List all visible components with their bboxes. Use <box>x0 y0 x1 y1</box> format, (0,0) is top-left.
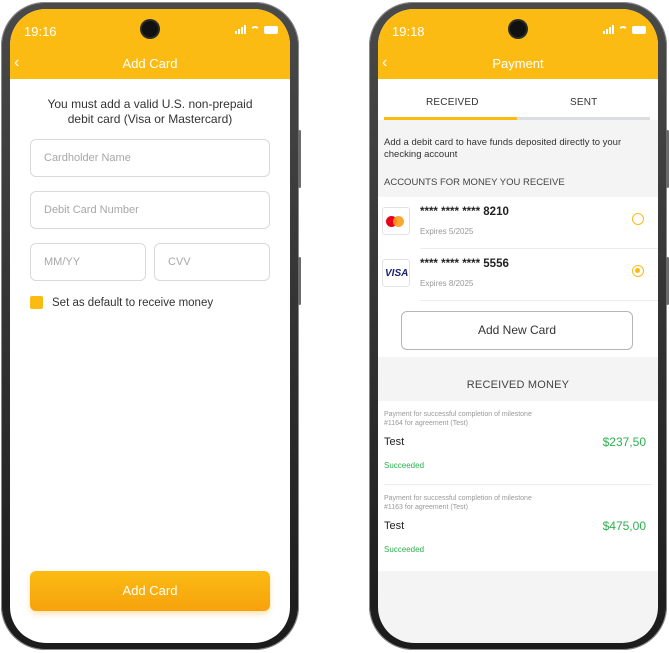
battery-icon <box>632 26 646 34</box>
card-masked-number: **** **** **** 8210 <box>420 206 509 218</box>
add-card-button[interactable]: Add Card <box>30 571 270 611</box>
phone-add-card: 19:16 ‹ Add Card You must add a valid U.… <box>1 2 301 650</box>
add-card-screen: 19:16 ‹ Add Card You must add a valid U.… <box>10 9 290 643</box>
card-select-radio[interactable] <box>632 265 644 277</box>
signal-icon <box>235 25 246 34</box>
phone-payment: 19:18 ‹ Payment RECEIVED SENT Add a debi… <box>369 2 669 650</box>
default-checkbox[interactable] <box>30 296 43 309</box>
transaction-status: Succeeded <box>384 461 425 470</box>
cardholder-name-input[interactable]: Cardholder Name <box>30 139 270 177</box>
default-card-option[interactable]: Set as default to receive money <box>30 296 213 309</box>
app-bar: 19:16 ‹ Add Card <box>10 9 290 79</box>
front-camera <box>510 21 526 37</box>
transaction-status: Succeeded <box>384 545 425 554</box>
side-button <box>298 257 301 305</box>
status-icons <box>603 25 646 34</box>
visa-icon: VISA <box>382 259 410 287</box>
transaction-name: Test <box>384 520 405 532</box>
transaction-description: Payment for successful completion of mil… <box>384 411 532 427</box>
cvv-input[interactable]: CVV <box>154 243 270 281</box>
front-camera <box>142 21 158 37</box>
transaction-amount: $237,50 <box>602 435 646 449</box>
side-button <box>298 130 301 188</box>
card-expiry: Expires 5/2025 <box>420 227 474 236</box>
status-bar: 19:16 <box>10 19 290 39</box>
card-select-radio[interactable] <box>632 213 644 225</box>
wifi-icon <box>618 26 628 34</box>
transaction-list: Payment for successful completion of mil… <box>378 401 658 571</box>
status-icons <box>235 25 278 34</box>
payment-screen: 19:18 ‹ Payment RECEIVED SENT Add a debi… <box>378 9 658 643</box>
divider <box>420 300 658 301</box>
page-title: Add Card <box>122 56 178 71</box>
transaction-item[interactable]: Payment for successful completion of mil… <box>378 401 658 485</box>
wifi-icon <box>250 26 260 34</box>
mastercard-icon <box>382 207 410 235</box>
signal-icon <box>603 25 614 34</box>
page-title: Payment <box>492 56 544 71</box>
card-expiry: Expires 8/2025 <box>420 279 474 288</box>
accounts-section-label: ACCOUNTS FOR MONEY YOU RECEIVE <box>384 177 565 188</box>
transaction-name: Test <box>384 436 405 448</box>
tab-indicator-active <box>384 117 517 120</box>
app-bar: 19:18 ‹ Payment <box>378 9 658 79</box>
tab-received[interactable]: RECEIVED <box>426 97 479 108</box>
expiry-input[interactable]: MM/YY <box>30 243 146 281</box>
card-masked-number: **** **** **** 5556 <box>420 258 509 270</box>
tab-indicator-track <box>384 117 650 120</box>
add-new-card-button[interactable]: Add New Card <box>401 311 633 350</box>
deposit-info-text: Add a debit card to have funds deposited… <box>384 137 622 160</box>
payment-tabs: RECEIVED SENT <box>378 79 658 120</box>
transaction-item[interactable]: Payment for successful completion of mil… <box>378 485 658 569</box>
status-bar: 19:18 <box>378 19 658 39</box>
default-checkbox-label: Set as default to receive money <box>52 296 214 309</box>
status-time: 19:16 <box>24 24 57 39</box>
battery-icon <box>264 26 278 34</box>
debit-card-number-input[interactable]: Debit Card Number <box>30 191 270 229</box>
status-time: 19:18 <box>392 24 425 39</box>
card-requirement-notice: You must add a valid U.S. non-prepaid de… <box>47 97 253 126</box>
card-item[interactable]: **** **** **** 8210 Expires 5/2025 <box>378 197 658 249</box>
card-item[interactable]: VISA **** **** **** 5556 Expires 8/2025 <box>378 249 658 301</box>
received-money-title: RECEIVED MONEY <box>466 379 570 391</box>
transaction-amount: $475,00 <box>602 519 646 533</box>
transaction-description: Payment for successful completion of mil… <box>384 495 532 511</box>
tab-sent[interactable]: SENT <box>570 97 597 108</box>
